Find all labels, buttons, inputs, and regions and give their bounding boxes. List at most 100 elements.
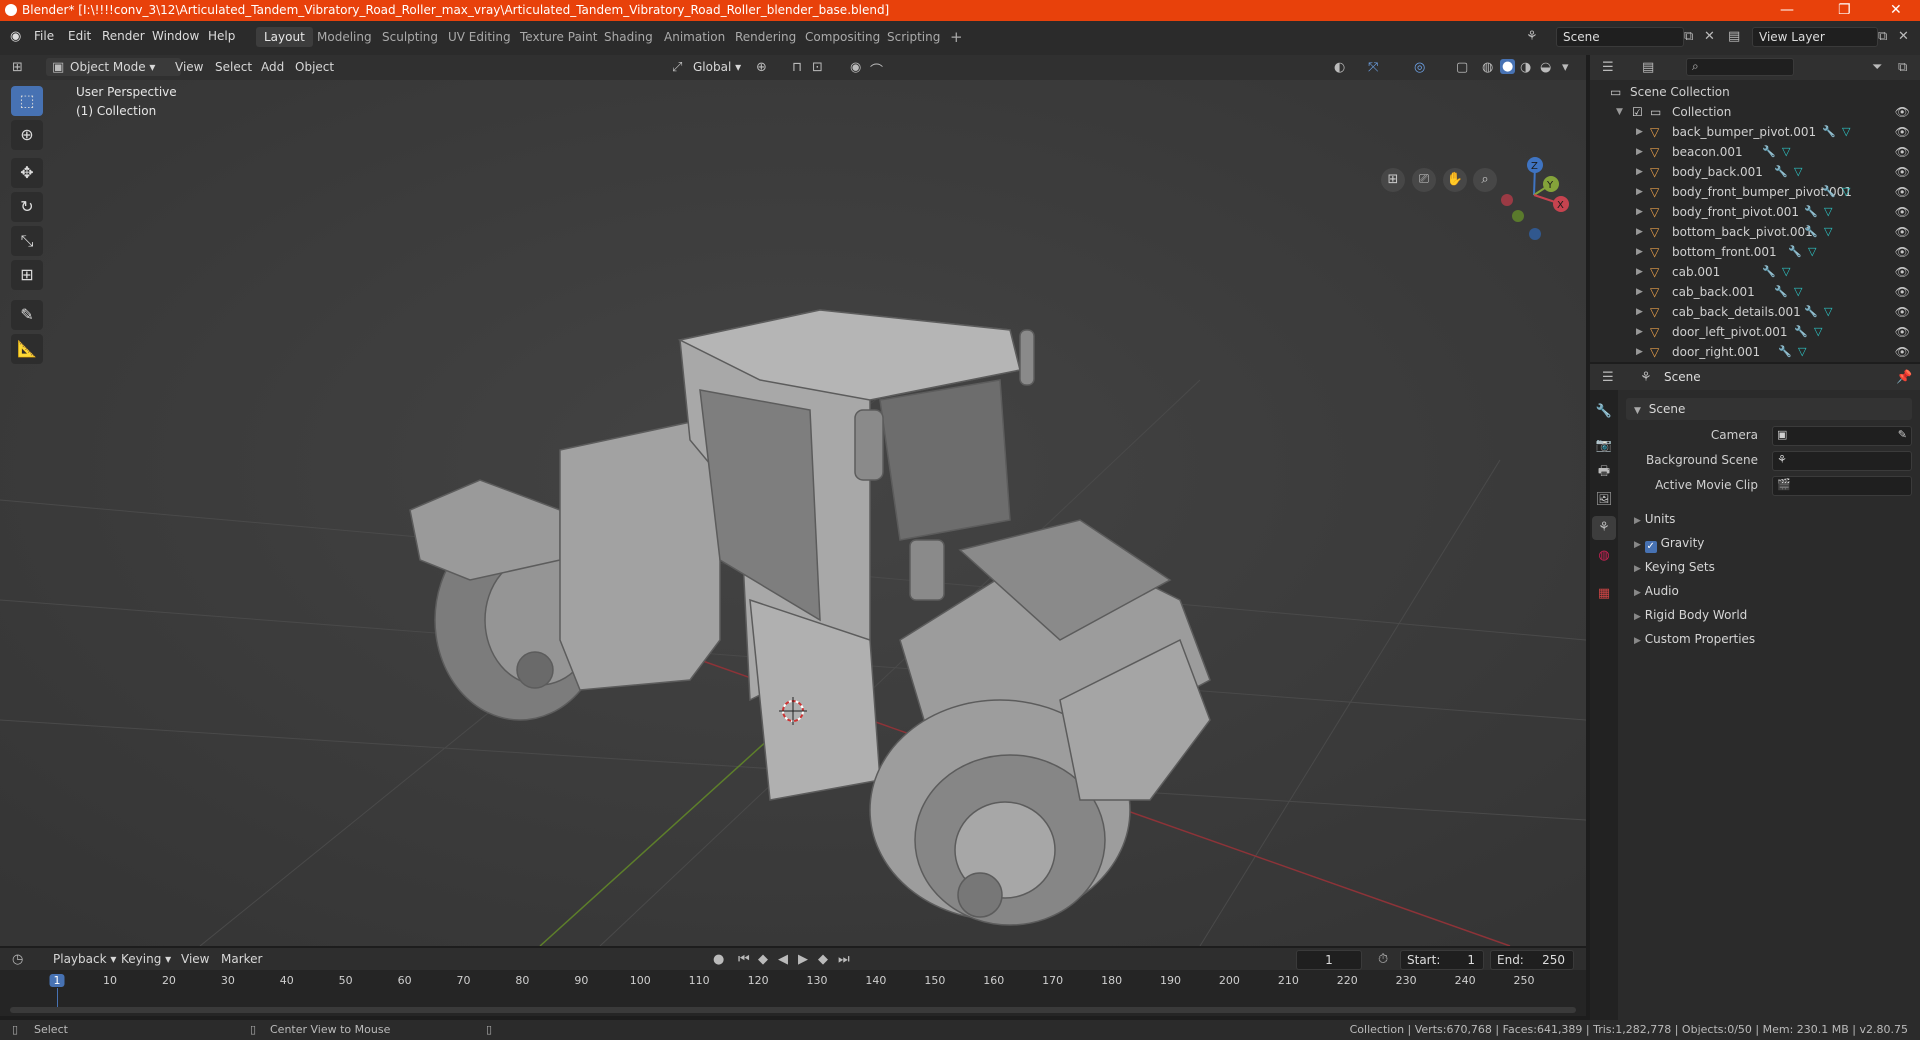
visibility-eye-icon[interactable]: 👁 bbox=[1895, 122, 1910, 142]
modifier-wrench-icon[interactable]: 🔧 bbox=[1788, 242, 1802, 262]
tab-shading[interactable]: Shading bbox=[596, 27, 661, 47]
expand-icon[interactable]: ▶ bbox=[1636, 162, 1643, 182]
playback-menu[interactable]: Playback ▾ bbox=[48, 950, 121, 968]
start-frame-field[interactable]: Start: 1 bbox=[1400, 950, 1484, 970]
expand-icon[interactable]: ▶ bbox=[1636, 342, 1643, 362]
outliner-object-row[interactable]: ▶ ▽ body_front_bumper_pivot.001 🔧 ▽ 👁 bbox=[1590, 182, 1920, 202]
texture-properties-tab-icon[interactable]: ▦ bbox=[1592, 582, 1616, 606]
modifier-wrench-icon[interactable]: 🔧 bbox=[1774, 162, 1788, 182]
outliner-scene-collection[interactable]: ▭ Scene Collection bbox=[1590, 82, 1920, 102]
custom-properties-subpanel[interactable]: ▶ Custom Properties bbox=[1634, 632, 1755, 646]
render-properties-tab-icon[interactable]: 📷 bbox=[1592, 434, 1616, 458]
maximize-button[interactable]: ❐ bbox=[1838, 2, 1851, 18]
outliner-object-row[interactable]: ▶ ▽ body_back.001 🔧 ▽ 👁 bbox=[1590, 162, 1920, 182]
menu-window[interactable]: Window bbox=[152, 29, 199, 43]
mesh-data-icon[interactable]: ▽ bbox=[1824, 202, 1832, 222]
new-collection-icon[interactable]: ⧉ bbox=[1898, 60, 1907, 75]
expand-icon[interactable]: ▶ bbox=[1636, 122, 1643, 142]
outliner-object-row[interactable]: ▶ ▽ body_front_pivot.001 🔧 ▽ 👁 bbox=[1590, 202, 1920, 222]
properties-editor-type-icon[interactable]: ☰ bbox=[1602, 370, 1614, 385]
keying-menu[interactable]: Keying ▾ bbox=[116, 950, 176, 968]
3d-viewport[interactable]: Z Y X User Perspective (1) Collection ⬚ … bbox=[0, 80, 1586, 946]
menu-render[interactable]: Render bbox=[102, 29, 145, 43]
mesh-data-icon[interactable]: ▽ bbox=[1814, 322, 1822, 342]
background-scene-field[interactable]: ⚘ bbox=[1772, 451, 1912, 471]
menu-edit[interactable]: Edit bbox=[68, 29, 91, 43]
proportional-edit-icon[interactable]: ◉ bbox=[850, 60, 861, 75]
playhead-line[interactable] bbox=[57, 988, 58, 1008]
gravity-checkbox[interactable]: ✓ bbox=[1644, 541, 1657, 553]
jump-start-icon[interactable]: ⏮ bbox=[738, 952, 750, 967]
gizmo-toggle-icon[interactable]: ⤧ bbox=[1368, 60, 1378, 75]
new-scene-icon[interactable]: ⧉ bbox=[1684, 29, 1693, 44]
rotate-tool[interactable]: ↻ bbox=[11, 192, 43, 222]
current-frame-field[interactable]: 1 bbox=[1296, 950, 1362, 970]
delete-view-layer-icon[interactable]: ✕ bbox=[1898, 29, 1909, 44]
visibility-eye-icon[interactable]: 👁 bbox=[1895, 142, 1910, 162]
outliner-object-row[interactable]: ▶ ▽ back_bumper_pivot.001 🔧 ▽ 👁 bbox=[1590, 122, 1920, 142]
outliner-object-row[interactable]: ▶ ▽ door_left_pivot.001 🔧 ▽ 👁 bbox=[1590, 322, 1920, 342]
gravity-subpanel[interactable]: ▶ ✓ Gravity bbox=[1634, 536, 1704, 553]
gizmo-neg-x-icon[interactable] bbox=[1501, 194, 1513, 206]
outliner-editor-type-icon[interactable]: ☰ bbox=[1602, 60, 1614, 75]
select-box-tool[interactable]: ⬚ bbox=[11, 86, 43, 116]
rigid-body-world-subpanel[interactable]: ▶ Rigid Body World bbox=[1634, 608, 1747, 622]
camera-field[interactable]: ▣ ✎ bbox=[1772, 426, 1912, 446]
mode-dropdown[interactable]: Object Mode ▾ bbox=[46, 58, 181, 76]
expand-icon[interactable]: ▶ bbox=[1636, 262, 1643, 282]
outliner-object-row[interactable]: ▶ ▽ cab_back.001 🔧 ▽ 👁 bbox=[1590, 282, 1920, 302]
toggle-grid-view-icon[interactable]: ⊞ bbox=[1381, 168, 1405, 192]
stopwatch-icon[interactable]: ⏱ bbox=[1378, 952, 1388, 967]
snap-target-icon[interactable]: ⊡ bbox=[812, 60, 823, 75]
measure-tool[interactable]: 📐 bbox=[11, 334, 43, 364]
tab-modeling[interactable]: Modeling bbox=[309, 27, 380, 47]
modifier-wrench-icon[interactable]: 🔧 bbox=[1762, 262, 1776, 282]
tab-uv-editing[interactable]: UV Editing bbox=[440, 27, 519, 47]
visibility-icon[interactable]: ◐ bbox=[1334, 60, 1345, 75]
scale-tool[interactable]: ⤡ bbox=[11, 226, 43, 256]
tab-texture-paint[interactable]: Texture Paint bbox=[512, 27, 605, 47]
mesh-data-icon[interactable]: ▽ bbox=[1842, 182, 1850, 202]
mesh-data-icon[interactable]: ▽ bbox=[1782, 142, 1790, 162]
menu-file[interactable]: File bbox=[34, 29, 54, 43]
cursor-tool[interactable]: ⊕ bbox=[11, 120, 43, 150]
menu-add[interactable]: Add bbox=[256, 58, 289, 76]
mesh-data-icon[interactable]: ▽ bbox=[1782, 262, 1790, 282]
visibility-eye-icon[interactable]: 👁 bbox=[1895, 162, 1910, 182]
output-properties-tab-icon[interactable]: 🖶 bbox=[1592, 460, 1616, 484]
audio-subpanel[interactable]: ▶ Audio bbox=[1634, 584, 1679, 598]
eyedropper-icon[interactable]: ✎ bbox=[1898, 428, 1907, 441]
modifier-wrench-icon[interactable]: 🔧 bbox=[1778, 342, 1792, 362]
checkbox-icon[interactable]: ☑ bbox=[1632, 102, 1643, 122]
close-button[interactable]: ✕ bbox=[1890, 2, 1902, 18]
modifier-wrench-icon[interactable]: 🔧 bbox=[1794, 322, 1808, 342]
record-icon[interactable]: ● bbox=[713, 952, 724, 967]
view-layer-selector[interactable]: View Layer bbox=[1752, 27, 1878, 47]
visibility-eye-icon[interactable]: 👁 bbox=[1895, 342, 1910, 362]
menu-help[interactable]: Help bbox=[208, 29, 235, 43]
tab-compositing[interactable]: Compositing bbox=[797, 27, 888, 47]
mesh-data-icon[interactable]: ▽ bbox=[1808, 242, 1816, 262]
outliner-object-row[interactable]: ▶ ▽ bottom_back_pivot.001 🔧 ▽ 👁 bbox=[1590, 222, 1920, 242]
expand-icon[interactable]: ▶ bbox=[1636, 222, 1643, 242]
rendered-shading-icon[interactable]: ◒ bbox=[1540, 60, 1551, 75]
end-frame-field[interactable]: End: 250 bbox=[1490, 950, 1574, 970]
mesh-data-icon[interactable]: ▽ bbox=[1794, 282, 1802, 302]
expand-icon[interactable]: ▶ bbox=[1636, 322, 1643, 342]
delete-scene-icon[interactable]: ✕ bbox=[1704, 29, 1715, 44]
modifier-wrench-icon[interactable]: 🔧 bbox=[1822, 182, 1836, 202]
gizmo-neg-y-icon[interactable] bbox=[1512, 210, 1524, 222]
view-layer-icon[interactable]: ▤ bbox=[1728, 29, 1740, 44]
wireframe-shading-icon[interactable]: ◍ bbox=[1482, 60, 1493, 75]
outliner-object-row[interactable]: ▶ ▽ door_right.001 🔧 ▽ 👁 bbox=[1590, 342, 1920, 362]
scene-properties-tab-icon[interactable]: ⚘ bbox=[1592, 516, 1616, 540]
modifier-wrench-icon[interactable]: 🔧 bbox=[1804, 222, 1818, 242]
scene-panel-header[interactable]: ▼ Scene bbox=[1626, 398, 1912, 420]
scene-selector[interactable]: Scene bbox=[1556, 27, 1684, 47]
visibility-eye-icon[interactable]: 👁 bbox=[1895, 282, 1910, 302]
visibility-eye-icon[interactable]: 👁 bbox=[1895, 302, 1910, 322]
world-properties-tab-icon[interactable]: ◍ bbox=[1592, 544, 1616, 568]
jump-end-icon[interactable]: ⏭ bbox=[838, 952, 850, 967]
orientation-dropdown[interactable]: Global ▾ bbox=[688, 58, 746, 76]
visibility-eye-icon[interactable]: 👁 bbox=[1895, 262, 1910, 282]
